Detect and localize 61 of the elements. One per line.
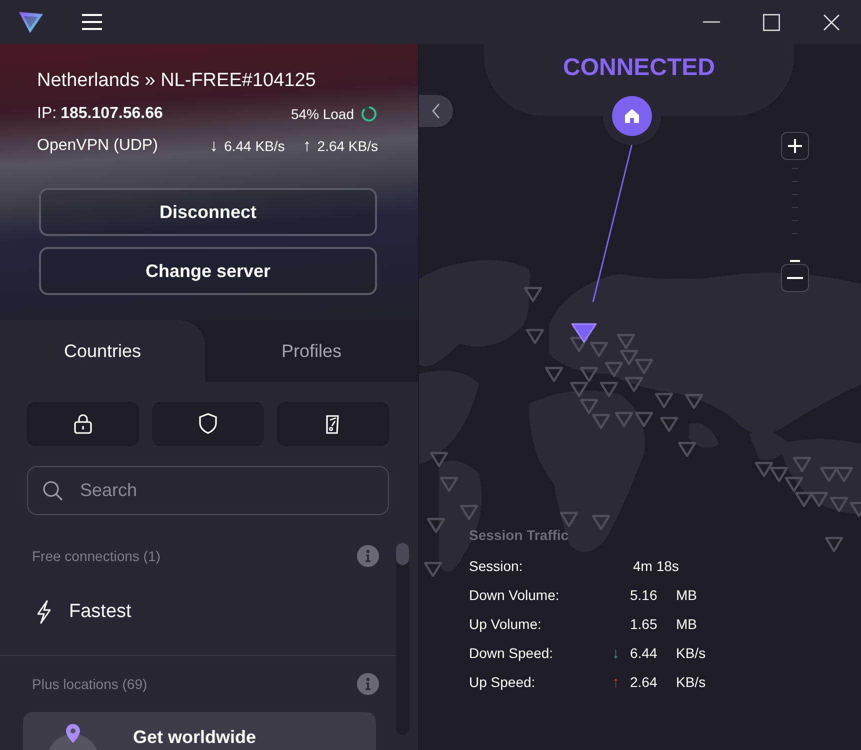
stat-value: 5.16 — [630, 586, 658, 605]
speed-text: 6.44 KB/s — [224, 138, 285, 154]
arrow-glyph: ↑ — [302, 136, 312, 156]
search-field[interactable]: Search — [27, 466, 389, 515]
collapse-button[interactable] — [419, 95, 453, 127]
arrow-glyph: ↓ — [210, 136, 218, 156]
stat-label: Down Volume: — [469, 586, 560, 605]
server-row[interactable]: Fastest — [0, 569, 396, 655]
action-button[interactable]: Change server — [39, 247, 377, 295]
server-marker[interactable] — [571, 323, 597, 343]
protocol-text: OpenVPN (UDP) — [37, 137, 158, 155]
action-button[interactable]: Disconnect — [39, 188, 377, 236]
stat-label: Up Volume: — [469, 615, 542, 634]
lock-icon — [73, 413, 93, 435]
filter-button[interactable] — [27, 402, 139, 446]
close-icon — [822, 14, 840, 30]
stat-unit: KB/s — [676, 673, 707, 692]
stat-label: Session: — [469, 557, 524, 576]
logo-icon — [18, 10, 44, 34]
stat-value: 4m 18s — [632, 557, 680, 576]
zoom-in-button[interactable] — [781, 132, 809, 160]
minimize-icon — [702, 21, 720, 23]
stat-label: Down Speed: — [469, 644, 554, 663]
minus-icon — [787, 277, 803, 279]
stat-value: 2.64 — [630, 673, 658, 692]
arrow-glyph: ↑ — [612, 674, 620, 691]
panel-title: Session Traffic — [469, 527, 570, 543]
section-title: Free connections (1) — [32, 548, 160, 564]
menu-icon — [81, 13, 103, 31]
info-icon — [357, 545, 379, 568]
scrollbar[interactable] — [396, 543, 409, 735]
server-name: Netherlands » NL-FREE#104125 — [37, 70, 317, 93]
load-text: 54% Load — [290, 106, 354, 122]
stat-unit: MB — [676, 586, 698, 605]
speed-text: 2.64 KB/s — [317, 138, 378, 154]
maximize-icon — [762, 14, 780, 30]
home-icon — [624, 108, 640, 124]
stat-label: Up Speed: — [469, 673, 536, 692]
upsell-title: Get worldwide — [133, 726, 256, 749]
shield-icon — [198, 413, 218, 435]
search-icon — [42, 480, 64, 502]
zoom-out-button[interactable] — [781, 264, 809, 292]
search-input[interactable]: Search — [78, 479, 388, 502]
info-icon — [357, 672, 379, 695]
filter-button[interactable] — [277, 402, 389, 446]
tab[interactable]: Countries — [0, 320, 205, 382]
ip-address: 185.107.56.66 — [60, 105, 163, 123]
upsell-card[interactable]: Get worldwide — [23, 712, 376, 750]
home-pin[interactable] — [612, 96, 652, 136]
stat-value: 6.44 — [630, 644, 658, 663]
lightning-icon — [35, 600, 53, 624]
filter-button[interactable] — [152, 402, 264, 446]
stat-unit: MB — [676, 615, 698, 634]
chevron-left-icon — [431, 103, 441, 119]
stat-value: 1.65 — [630, 615, 658, 634]
stat-unit: KB/s — [676, 644, 707, 663]
section-title: Plus locations (69) — [32, 676, 148, 692]
plus-icon — [787, 138, 803, 154]
arrow-glyph: ↓ — [612, 645, 620, 662]
connection-status: CONNECTED — [562, 54, 715, 83]
ip-label: IP: — [37, 105, 57, 123]
